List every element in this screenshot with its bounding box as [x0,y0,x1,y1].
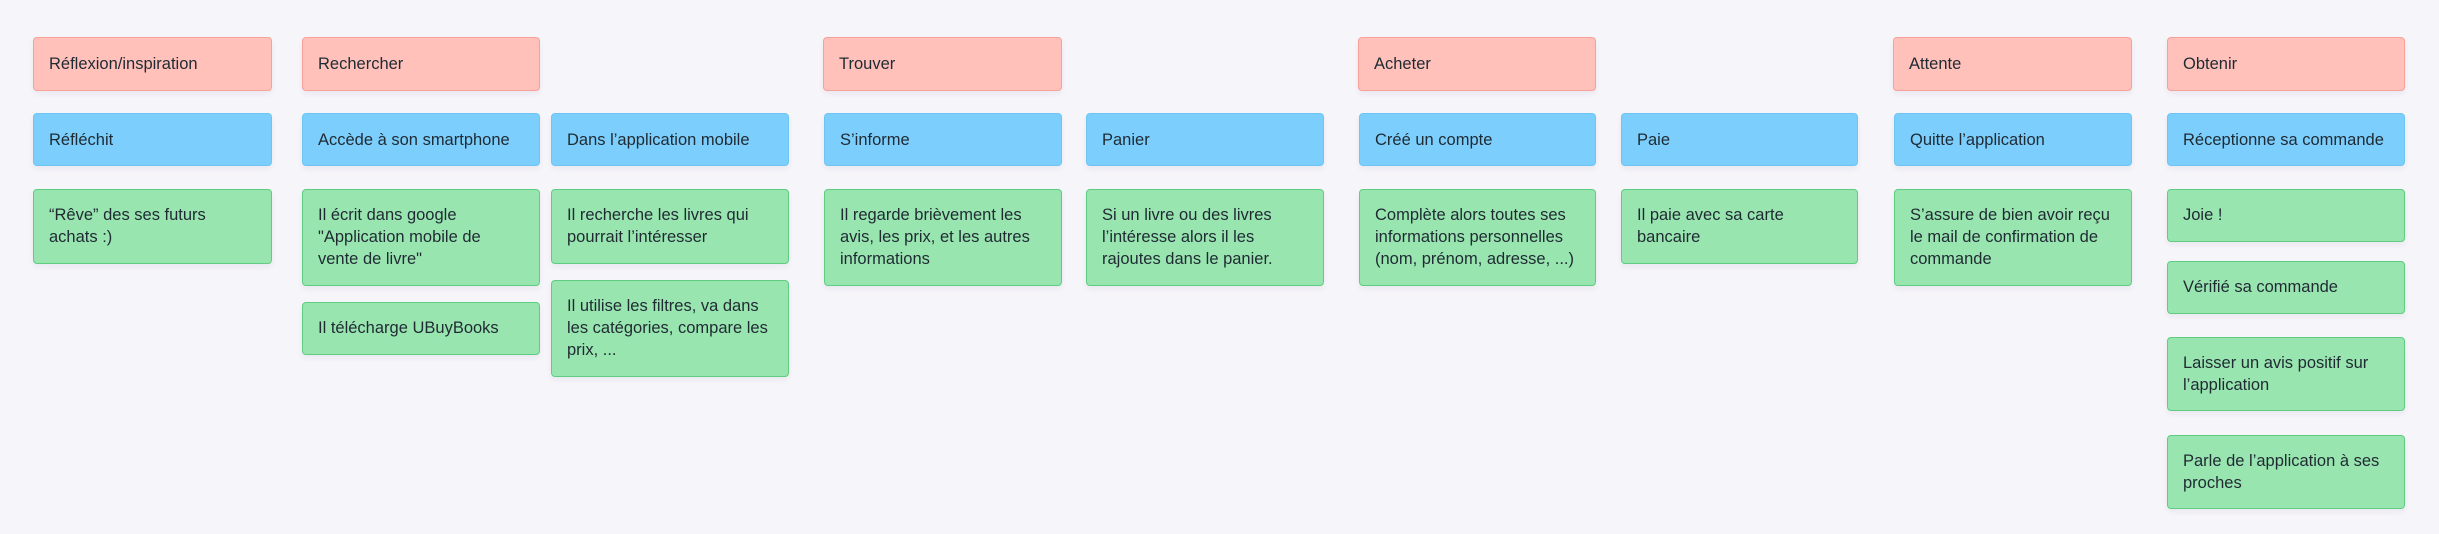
detail-card[interactable]: Il paie avec sa carte bancaire [1621,189,1858,264]
detail-text: Il recherche les livres qui pourrait l’i… [567,206,749,246]
action-label: Panier [1102,130,1150,149]
phase-card-acheter[interactable]: Acheter [1358,37,1596,91]
action-card-reflechit[interactable]: Réfléchit [33,113,272,166]
action-card-panier[interactable]: Panier [1086,113,1324,166]
phase-label: Acheter [1374,55,1431,73]
action-card-cree-compte[interactable]: Créé un compte [1359,113,1596,166]
phase-label: Trouver [839,55,896,73]
detail-card[interactable]: S’assure de bien avoir reçu le mail de c… [1894,189,2132,286]
action-label: Dans l’application mobile [567,130,750,149]
detail-card[interactable]: “Rêve” des ses futurs achats :) [33,189,272,264]
action-card-application-mobile[interactable]: Dans l’application mobile [551,113,789,166]
detail-card[interactable]: Si un livre ou des livres l’intéresse al… [1086,189,1324,286]
action-card-accede-smartphone[interactable]: Accède à son smartphone [302,113,540,166]
phase-card-attente[interactable]: Attente [1893,37,2132,91]
detail-text: Il paie avec sa carte bancaire [1637,206,1784,246]
detail-text: Il utilise les filtres, va dans les caté… [567,297,768,359]
detail-text: Il regarde brièvement les avis, les prix… [840,206,1030,268]
detail-text: Il télécharge UBuyBooks [318,319,499,337]
action-label: Quitte l’application [1910,130,2045,149]
detail-text: Complète alors toutes ses informations p… [1375,206,1574,268]
phase-label: Attente [1909,55,1962,73]
action-label: Créé un compte [1375,130,1493,149]
detail-card[interactable]: Il regarde brièvement les avis, les prix… [824,189,1062,286]
action-label: Réceptionne sa commande [2183,130,2384,149]
phase-card-rechercher[interactable]: Rechercher [302,37,540,91]
phase-label: Rechercher [318,55,404,73]
detail-card[interactable]: Il utilise les filtres, va dans les caté… [551,280,789,377]
phase-card-trouver[interactable]: Trouver [823,37,1062,91]
detail-card[interactable]: Il télécharge UBuyBooks [302,302,540,355]
detail-card[interactable]: Il écrit dans google "Application mobile… [302,189,540,286]
journey-board: Réflexion/inspiration Rechercher Trouver… [0,0,2439,534]
action-card-sinforme[interactable]: S’informe [824,113,1062,166]
action-card-quitte-application[interactable]: Quitte l’application [1894,113,2132,166]
detail-text: Si un livre ou des livres l’intéresse al… [1102,206,1273,268]
action-label: Paie [1637,130,1671,149]
detail-text: Il écrit dans google "Application mobile… [318,206,481,268]
phase-label: Réflexion/inspiration [49,55,198,73]
phase-label: Obtenir [2183,55,2238,73]
phase-card-obtenir[interactable]: Obtenir [2167,37,2405,91]
action-label: Accède à son smartphone [318,130,510,149]
detail-card[interactable]: Il recherche les livres qui pourrait l’i… [551,189,789,264]
detail-card[interactable]: Complète alors toutes ses informations p… [1359,189,1596,286]
phase-card-reflexion[interactable]: Réflexion/inspiration [33,37,272,91]
detail-card[interactable]: Joie ! [2167,189,2405,242]
detail-card[interactable]: Vérifié sa commande [2167,261,2405,314]
action-card-receptionne-commande[interactable]: Réceptionne sa commande [2167,113,2405,166]
detail-text: S’assure de bien avoir reçu le mail de c… [1910,206,2110,268]
action-label: Réfléchit [49,130,114,149]
action-card-paie[interactable]: Paie [1621,113,1858,166]
detail-card[interactable]: Parle de l’application à ses proches [2167,435,2405,509]
detail-text: Laisser un avis positif sur l’applicatio… [2183,354,2369,394]
detail-text: Vérifié sa commande [2183,278,2338,296]
detail-text: “Rêve” des ses futurs achats :) [49,206,206,246]
action-label: S’informe [840,130,910,149]
detail-card[interactable]: Laisser un avis positif sur l’applicatio… [2167,337,2405,411]
detail-text: Joie ! [2183,206,2223,224]
detail-text: Parle de l’application à ses proches [2183,452,2380,492]
